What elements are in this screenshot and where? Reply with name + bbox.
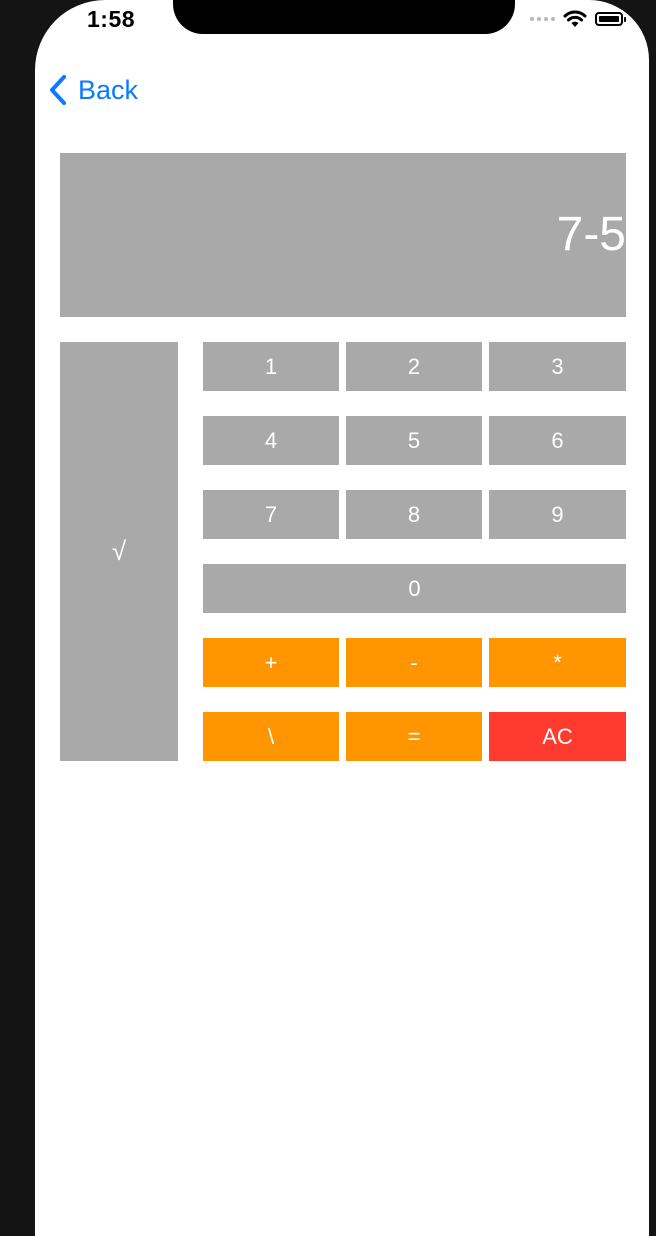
device-notch xyxy=(173,0,515,34)
clear-button[interactable]: AC xyxy=(489,712,626,761)
minus-button[interactable]: - xyxy=(346,638,482,687)
equals-button[interactable]: = xyxy=(346,712,482,761)
digit-7-button[interactable]: 7 xyxy=(203,490,339,539)
app-screen: 1:58 Back 7-5 √ 1 2 3 4 5 6 7 8 9 0 + - … xyxy=(35,0,649,1236)
digit-4-button[interactable]: 4 xyxy=(203,416,339,465)
device-frame: 1:58 Back 7-5 √ 1 2 3 4 5 6 7 8 9 0 + - … xyxy=(0,0,656,1236)
sqrt-button[interactable]: √ xyxy=(60,342,178,761)
digit-8-button[interactable]: 8 xyxy=(346,490,482,539)
digit-2-button[interactable]: 2 xyxy=(346,342,482,391)
status-icons xyxy=(530,10,626,28)
wifi-icon xyxy=(563,10,587,27)
plus-button[interactable]: + xyxy=(203,638,339,687)
back-label: Back xyxy=(78,74,139,105)
divide-button[interactable]: \ xyxy=(203,712,339,761)
back-button[interactable]: Back xyxy=(48,74,138,106)
status-time: 1:58 xyxy=(87,6,136,32)
battery-icon xyxy=(595,12,626,26)
digit-3-button[interactable]: 3 xyxy=(489,342,626,391)
signal-icon xyxy=(530,17,555,21)
multiply-button[interactable]: * xyxy=(489,638,626,687)
digit-1-button[interactable]: 1 xyxy=(203,342,339,391)
display-expression: 7-5 xyxy=(556,208,626,261)
calculator-display: 7-5 xyxy=(60,153,626,317)
chevron-left-icon xyxy=(50,75,66,105)
digit-0-button[interactable]: 0 xyxy=(203,564,626,613)
digit-6-button[interactable]: 6 xyxy=(489,416,626,465)
digit-5-button[interactable]: 5 xyxy=(346,416,482,465)
digit-9-button[interactable]: 9 xyxy=(489,490,626,539)
